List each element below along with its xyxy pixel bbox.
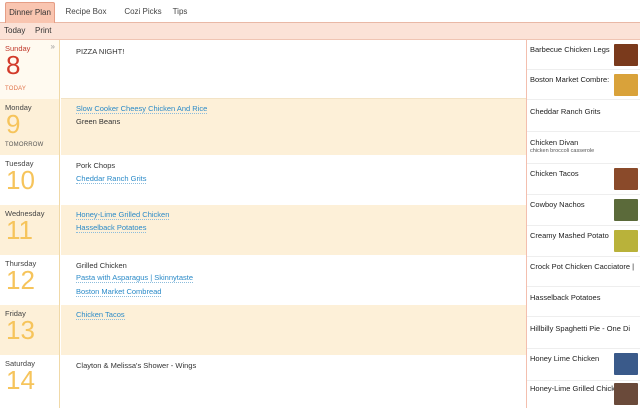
day-number: 9 xyxy=(6,109,21,139)
day-number: 11 xyxy=(6,215,33,245)
recipe-name: Crock Pot Chicken Cacciatore | xyxy=(530,262,635,271)
meals-tuesday[interactable]: Pork Chops Cheddar Ranch Grits xyxy=(61,155,526,205)
day-thursday: Thursday 12 xyxy=(0,255,60,305)
toolbar: Today Print xyxy=(0,23,640,40)
tab-tips[interactable]: Tips xyxy=(168,2,192,23)
recipe-thumbnail xyxy=(614,44,638,66)
recipe-item[interactable]: Barbecue Chicken Legs xyxy=(527,40,640,70)
recipe-name: Hasselback Potatoes xyxy=(530,293,601,302)
day-wednesday: Wednesday 11 xyxy=(0,205,60,255)
recipe-thumbnail xyxy=(614,353,638,375)
today-tag: TODAY xyxy=(5,86,27,92)
recipe-item[interactable]: Boston Market Combre: xyxy=(527,70,640,100)
meals-friday[interactable]: Chicken Tacos xyxy=(61,305,526,355)
meal-item-link[interactable]: Honey-Lime Grilled Chicken xyxy=(76,210,170,220)
recipe-item[interactable]: Honey-Lime Grilled Chicken xyxy=(527,381,640,408)
recipe-item[interactable]: Creamy Mashed Potato xyxy=(527,226,640,257)
tab-recipe-box[interactable]: Recipe Box xyxy=(61,2,111,23)
today-button[interactable]: Today xyxy=(4,26,25,35)
day-number: 13 xyxy=(6,315,35,345)
recipe-name: Chicken Divan xyxy=(530,138,579,147)
tomorrow-tag: TOMORROW xyxy=(5,142,44,148)
tab-cozi-picks[interactable]: Cozi Picks xyxy=(118,2,168,23)
meal-item-link[interactable]: Slow Cooker Cheesy Chicken And Rice xyxy=(76,104,208,114)
meals-sunday[interactable]: PIZZA NIGHT! xyxy=(61,40,526,99)
recipe-item[interactable]: Cheddar Ranch Grits xyxy=(527,100,640,132)
recipe-item[interactable]: Honey Lime Chicken xyxy=(527,349,640,381)
recipe-list: Barbecue Chicken Legs Boston Market Comb… xyxy=(527,40,640,408)
meal-item[interactable]: PIZZA NIGHT! xyxy=(76,47,124,56)
day-tuesday: Tuesday 10 xyxy=(0,155,60,205)
day-number: 14 xyxy=(6,365,35,395)
day-number: 8 xyxy=(6,50,21,80)
recipe-item[interactable]: Cowboy Nachos xyxy=(527,195,640,226)
meals-monday[interactable]: Slow Cooker Cheesy Chicken And Rice Gree… xyxy=(61,99,526,155)
collapse-icon[interactable]: » xyxy=(51,42,55,51)
recipe-item[interactable]: Hasselback Potatoes xyxy=(527,287,640,317)
recipe-thumbnail xyxy=(614,74,638,96)
meal-item[interactable]: Pork Chops xyxy=(76,161,115,170)
day-monday: Monday 9 TOMORROW xyxy=(0,99,60,155)
day-saturday: Saturday 14 xyxy=(0,355,60,408)
meal-item[interactable]: Grilled Chicken xyxy=(76,261,127,270)
recipe-thumbnail xyxy=(614,230,638,252)
day-friday: Friday 13 xyxy=(0,305,60,355)
meal-item-link[interactable]: Pasta with Asparagus | Skinnytaste xyxy=(76,273,194,283)
recipe-item[interactable]: Crock Pot Chicken Cacciatore | xyxy=(527,257,640,287)
recipe-item[interactable]: Chicken Divan chicken broccoli casserole xyxy=(527,132,640,164)
meal-item-link[interactable]: Hasselback Potatoes xyxy=(76,223,147,233)
recipe-name: Cheddar Ranch Grits xyxy=(530,107,601,116)
meal-item-link[interactable]: Boston Market Combread xyxy=(76,287,162,297)
recipe-item[interactable]: Hillbilly Spaghetti Pie - One Di xyxy=(527,317,640,349)
print-button[interactable]: Print xyxy=(35,26,51,35)
meal-item[interactable]: Clayton & Melissa's Shower - Wings xyxy=(76,361,196,370)
recipe-thumbnail xyxy=(614,168,638,190)
day-number: 12 xyxy=(6,265,35,295)
recipe-item[interactable]: Chicken Tacos xyxy=(527,164,640,195)
recipe-subtitle: chicken broccoli casserole xyxy=(530,148,595,154)
meal-item[interactable]: Green Beans xyxy=(76,117,120,126)
meal-item-link[interactable]: Chicken Tacos xyxy=(76,310,125,320)
day-number: 10 xyxy=(6,165,35,195)
day-sunday: Sunday 8 TODAY » xyxy=(0,40,60,99)
meals-wednesday[interactable]: Honey-Lime Grilled Chicken Hasselback Po… xyxy=(61,205,526,255)
tab-dinner-plan[interactable]: Dinner Plan xyxy=(5,2,55,23)
meals-saturday[interactable]: Clayton & Melissa's Shower - Wings xyxy=(61,355,526,408)
recipe-thumbnail xyxy=(614,199,638,221)
tab-bar: Dinner Plan Recipe Box Cozi Picks Tips xyxy=(0,0,640,23)
meal-item-link[interactable]: Cheddar Ranch Grits xyxy=(76,174,147,184)
recipe-name: Hillbilly Spaghetti Pie - One Di xyxy=(530,324,631,333)
recipe-thumbnail xyxy=(614,383,638,405)
meals-thursday[interactable]: Grilled Chicken Pasta with Asparagus | S… xyxy=(61,255,526,305)
